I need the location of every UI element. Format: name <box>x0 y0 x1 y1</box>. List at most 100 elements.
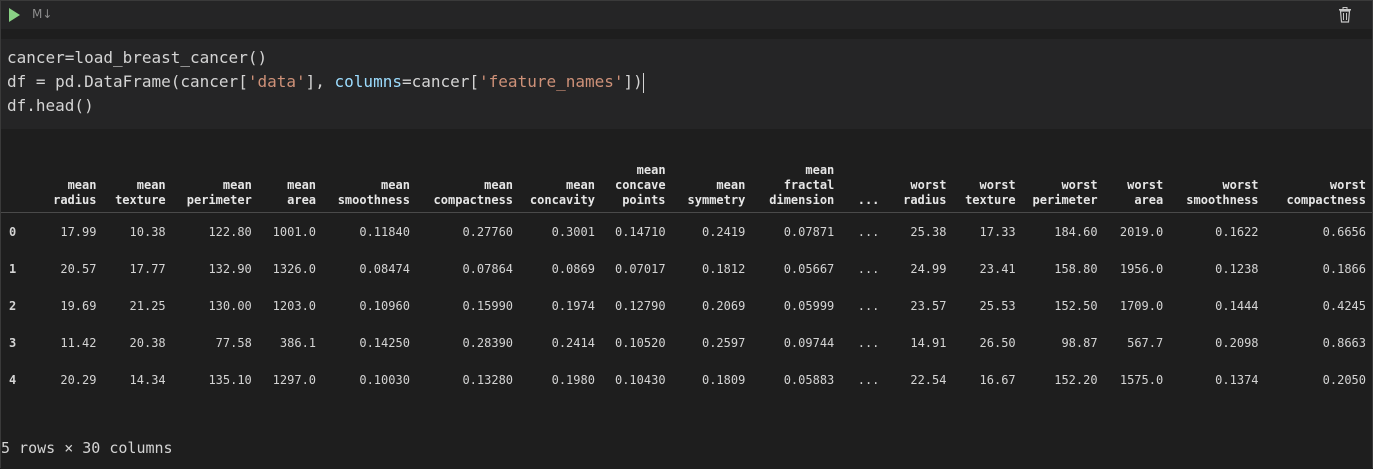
table-cell: 10.38 <box>129 224 166 239</box>
table-cell: 0.08474 <box>359 261 410 276</box>
table-row: 3 11.42 20.38 77.58 386.1 0.14250 0.28390 0.241… <box>1 324 1372 361</box>
table-cell: 0.05667 <box>783 261 835 276</box>
text-cursor <box>642 72 644 93</box>
table-row: 4 20.29 14.34 135.10 1297.0 0.10030 0.13280 0.1… <box>1 361 1372 398</box>
table-cell: 0.2414 <box>551 335 595 350</box>
table-cell: 132.90 <box>208 261 252 276</box>
table-cell: 0.4245 <box>1322 298 1366 313</box>
table-cell: 20.38 <box>129 335 166 350</box>
table-cell: ... <box>857 298 880 313</box>
code-text: ], <box>305 72 335 91</box>
table-cell: 0.09744 <box>783 335 835 350</box>
index-header <box>1 159 42 213</box>
table-cell: 0.05999 <box>783 298 835 313</box>
table-cell: 0.13280 <box>462 372 514 387</box>
code-line-3: df.head() <box>7 96 94 115</box>
table-cell: 11.42 <box>60 335 97 350</box>
column-header: mean fractal dimension <box>769 163 835 207</box>
table-row: 0 17.99 10.38 122.80 1001.0 0.11840 0.27760 0.3… <box>1 213 1372 251</box>
table-cell: 0.07871 <box>783 224 835 239</box>
table-cell: 0.10030 <box>359 372 410 387</box>
table-cell: 23.41 <box>979 261 1016 276</box>
table-cell: 1709.0 <box>1119 298 1164 313</box>
code-text: ]) <box>623 72 643 91</box>
table-cell: 25.53 <box>979 298 1016 313</box>
column-header: mean symmetry <box>687 178 746 207</box>
table-cell: 19.69 <box>60 298 97 313</box>
table-cell: 0.1622 <box>1215 224 1259 239</box>
code-editor[interactable]: cancer=load_breast_cancer() df = pd.Data… <box>1 39 1372 129</box>
table-cell: 21.25 <box>129 298 166 313</box>
notebook-cell[interactable]: M↓ cancer=load_breast_cancer() df = pd.D… <box>0 0 1373 469</box>
table-cell: ... <box>857 224 880 239</box>
table-cell: 567.7 <box>1127 335 1164 350</box>
table-cell: 0.2069 <box>701 298 746 313</box>
table-cell: 184.60 <box>1054 224 1098 239</box>
table-cell: 0.07864 <box>462 261 514 276</box>
column-header: worst texture <box>965 178 1016 207</box>
table-cell: 20.29 <box>60 372 97 387</box>
cell-type-label[interactable]: M↓ <box>32 7 52 21</box>
table-cell: 23.57 <box>910 298 947 313</box>
cell-toolbar: M↓ <box>1 1 1372 29</box>
table-cell: 135.10 <box>208 372 252 387</box>
code-line-1: cancer=load_breast_cancer() <box>7 48 268 67</box>
table-cell: 0.14250 <box>359 335 410 350</box>
dataframe-shape-summary: 5 rows × 30 columns <box>1 439 173 457</box>
row-index: 3 <box>9 335 17 350</box>
table-cell: 0.1812 <box>701 261 746 276</box>
table-row: 2 19.69 21.25 130.00 1203.0 0.10960 0.15990 0.1… <box>1 287 1372 324</box>
table-cell: ... <box>857 372 880 387</box>
table-cell: 0.11840 <box>359 224 410 239</box>
table-cell: 0.10430 <box>614 372 666 387</box>
table-cell: 17.99 <box>60 224 97 239</box>
column-header: mean compactness <box>433 178 514 207</box>
table-cell: 20.57 <box>60 261 97 276</box>
table-cell: 0.10960 <box>359 298 410 313</box>
table-cell: 1297.0 <box>272 372 317 387</box>
row-index: 0 <box>9 224 17 239</box>
table-cell: 98.87 <box>1061 335 1098 350</box>
code-line-2: df = pd.DataFrame(cancer['data'], column… <box>7 71 644 93</box>
table-cell: 2019.0 <box>1119 224 1164 239</box>
table-cell: 0.8663 <box>1322 335 1366 350</box>
table-cell: 14.34 <box>129 372 166 387</box>
play-icon[interactable] <box>9 8 20 22</box>
table-cell: 1956.0 <box>1119 261 1164 276</box>
column-header: mean perimeter <box>186 178 252 207</box>
table-cell: 122.80 <box>208 224 252 239</box>
table-cell: 0.1444 <box>1215 298 1259 313</box>
table-cell: 0.2597 <box>701 335 746 350</box>
column-header: mean texture <box>115 178 166 207</box>
table-cell: 0.27760 <box>462 224 514 239</box>
table-cell: 1203.0 <box>272 298 317 313</box>
table-cell: 16.67 <box>979 372 1016 387</box>
column-header: mean concave points <box>614 163 666 207</box>
row-index: 1 <box>9 261 17 276</box>
table-cell: 0.1238 <box>1215 261 1259 276</box>
table-body: 0 17.99 10.38 122.80 1001.0 0.11840 0.27760 0.3… <box>1 213 1372 399</box>
column-header: mean smoothness <box>337 178 410 207</box>
column-header: ... <box>857 193 880 207</box>
code-string: 'feature_names' <box>479 72 624 91</box>
table-cell: 0.1980 <box>551 372 595 387</box>
code-string: 'data' <box>247 72 306 91</box>
table-cell: 0.1974 <box>551 298 595 313</box>
table-cell: 0.2419 <box>701 224 746 239</box>
column-header: mean concavity <box>529 178 595 207</box>
table-cell: 1326.0 <box>272 261 317 276</box>
table-cell: 130.00 <box>208 298 252 313</box>
table-cell: 0.0869 <box>551 261 595 276</box>
column-header: worst compactness <box>1286 178 1366 207</box>
code-text: df = pd.DataFrame(cancer[ <box>7 72 248 91</box>
column-header: worst perimeter <box>1032 178 1098 207</box>
table-cell: 386.1 <box>279 335 317 350</box>
table-cell: 0.2098 <box>1215 335 1259 350</box>
column-header: mean radius <box>53 178 97 207</box>
table-cell: 77.58 <box>215 335 252 350</box>
table-cell: ... <box>857 261 880 276</box>
table-cell: 17.77 <box>129 261 166 276</box>
table-cell: 0.15990 <box>462 298 514 313</box>
table-cell: 25.38 <box>910 224 947 239</box>
trash-icon[interactable] <box>1338 7 1352 23</box>
